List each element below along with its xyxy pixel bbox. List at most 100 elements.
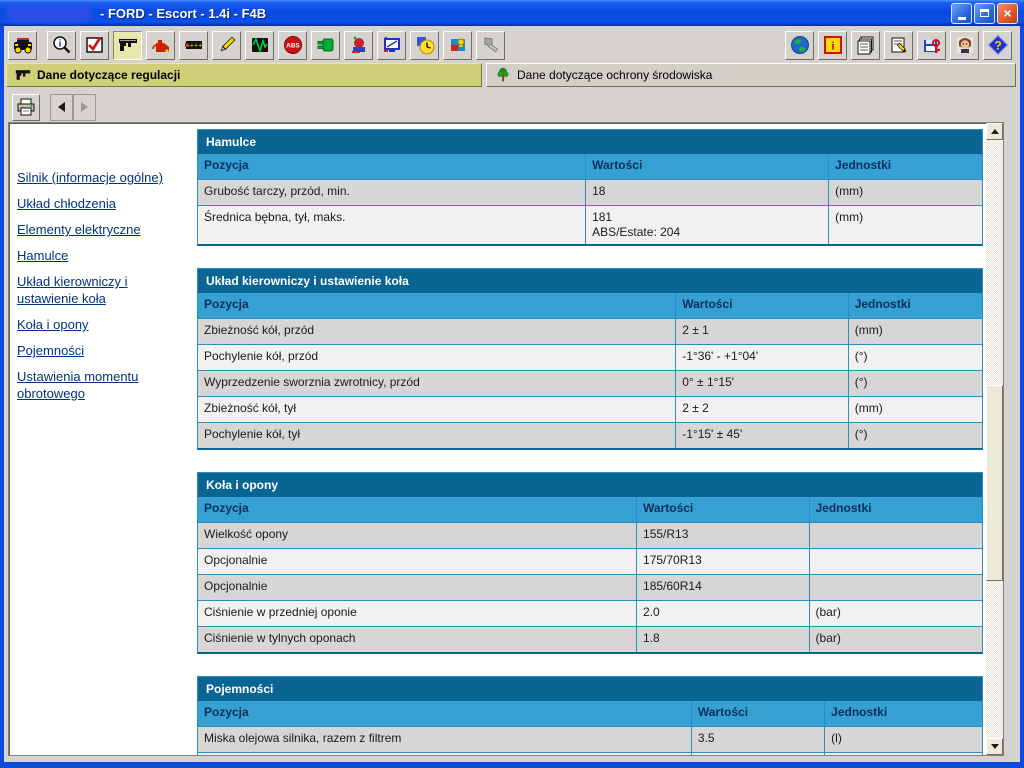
table-header-row: PozycjaWartościJednostki bbox=[198, 497, 982, 522]
lubricants-button[interactable] bbox=[146, 31, 175, 60]
sidebar-link-3[interactable]: Elementy elektryczne bbox=[17, 221, 183, 238]
alarm-system-button[interactable] bbox=[443, 31, 472, 60]
table-cell: 175/70R13 bbox=[637, 549, 809, 574]
save-license-button[interactable] bbox=[917, 31, 946, 60]
sidebar-link-4[interactable]: Hamulce bbox=[17, 247, 183, 264]
monitor-diagnostics-button[interactable] bbox=[377, 31, 406, 60]
manual-info-button[interactable]: i bbox=[818, 31, 847, 60]
scroll-up-icon bbox=[991, 129, 999, 134]
helpdesk-contact-button[interactable] bbox=[950, 31, 979, 60]
table-cell: Przekładnia ręczna bbox=[198, 753, 692, 755]
table-row: Wyprzedzenie sworznia zwrotnicy, przód0°… bbox=[198, 370, 982, 396]
documents-icon bbox=[856, 35, 876, 55]
edit-pencil-button[interactable] bbox=[212, 31, 241, 60]
oil-can-icon bbox=[151, 35, 171, 55]
vertical-scrollbar[interactable] bbox=[986, 123, 1003, 755]
table-cell: Opcjonalnie bbox=[198, 575, 637, 600]
notes-edit-button[interactable] bbox=[884, 31, 913, 60]
vehicle-button[interactable] bbox=[8, 31, 37, 60]
pencil-icon bbox=[217, 35, 237, 55]
scroll-down-button[interactable] bbox=[986, 738, 1003, 755]
table-row: Wielkość opony155/R13 bbox=[198, 522, 982, 548]
data-table-2: Układ kierowniczy i ustawienie kołaPozyc… bbox=[197, 268, 983, 450]
tables-panel: HamulcePozycjaWartościJednostkiGrubość t… bbox=[197, 123, 985, 755]
table-row: Zbieżność kół, tył2 ± 2(mm) bbox=[198, 396, 982, 422]
forward-button[interactable] bbox=[73, 94, 96, 121]
sidebar-link-2[interactable]: Układ chłodzenia bbox=[17, 195, 183, 212]
engine-timing-icon: ++++ bbox=[184, 35, 204, 55]
table-header-row: PozycjaWartościJednostki bbox=[198, 293, 982, 318]
table-cell: (bar) bbox=[810, 627, 982, 652]
window-body: i ++++ ABS i ? Da bbox=[4, 26, 1020, 762]
redacted-app-name bbox=[6, 5, 92, 22]
sidebar-link-6[interactable]: Koła i opony bbox=[17, 316, 183, 333]
action-bar bbox=[4, 92, 1020, 122]
table-cell: Pozycja bbox=[198, 497, 637, 522]
table-title: Pojemności bbox=[198, 677, 982, 701]
maximize-button[interactable] bbox=[974, 3, 995, 24]
documents-button[interactable] bbox=[851, 31, 880, 60]
abs-icon: ABS bbox=[283, 35, 303, 55]
vehicle-icon bbox=[13, 35, 33, 55]
svg-text:?: ? bbox=[994, 39, 1001, 53]
table-cell: 2 ± 2 bbox=[676, 397, 848, 422]
table-cell: Wielkość opony bbox=[198, 523, 637, 548]
back-arrow-icon bbox=[58, 102, 65, 112]
tree-icon bbox=[495, 67, 511, 83]
table-cell: Pozycja bbox=[198, 154, 586, 179]
abs-button[interactable]: ABS bbox=[278, 31, 307, 60]
table-cell: Pozycja bbox=[198, 293, 676, 318]
globe-button[interactable] bbox=[785, 31, 814, 60]
print-button[interactable] bbox=[12, 94, 40, 121]
main-toolbar: i ++++ ABS i ? bbox=[4, 28, 1020, 62]
table-cell: Zbieżność kół, przód bbox=[198, 319, 676, 344]
minimize-button[interactable] bbox=[951, 3, 972, 24]
adjustment-data-button[interactable] bbox=[113, 31, 142, 60]
table-cell: (mm) bbox=[829, 180, 982, 205]
service-clock-button[interactable] bbox=[410, 31, 439, 60]
oscilloscope-button[interactable] bbox=[245, 31, 274, 60]
close-button[interactable]: × bbox=[997, 3, 1018, 24]
table-cell: (mm) bbox=[829, 206, 982, 244]
svg-text:ABS: ABS bbox=[286, 43, 300, 50]
helpdesk-contact-icon bbox=[955, 35, 975, 55]
table-cell: Ciśnienie w przedniej oponie bbox=[198, 601, 637, 626]
tab-adjustment-data[interactable]: Dane dotyczące regulacji bbox=[6, 63, 482, 87]
sidebar-link-7[interactable]: Pojemności bbox=[17, 342, 183, 359]
tab-label: Dane dotyczące regulacji bbox=[37, 68, 180, 82]
table-row: Zbieżność kół, przód2 ± 1(mm) bbox=[198, 318, 982, 344]
sidebar-link-1[interactable]: Silnik (informacje ogólne) bbox=[17, 169, 183, 186]
axe-tool-button[interactable] bbox=[476, 31, 505, 60]
table-title: Hamulce bbox=[198, 130, 982, 154]
data-table-1: HamulcePozycjaWartościJednostkiGrubość t… bbox=[197, 129, 983, 246]
app-window: - FORD - Escort - 1.4i - F4B × i ++++ AB… bbox=[0, 0, 1024, 768]
table-cell: (mm) bbox=[849, 397, 982, 422]
window-controls: × bbox=[951, 3, 1018, 24]
notes-edit-icon bbox=[889, 35, 909, 55]
connector-button[interactable] bbox=[311, 31, 340, 60]
data-table-4: PojemnościPozycjaWartościJednostkiMiska … bbox=[197, 676, 983, 755]
sidebar-link-8[interactable]: Ustawienia momentu obrotowego bbox=[17, 368, 183, 402]
table-row: Opcjonalnie175/70R13 bbox=[198, 548, 982, 574]
table-cell: 3.5 bbox=[692, 727, 825, 752]
fuel-system-button[interactable] bbox=[344, 31, 373, 60]
scrollbar-thumb[interactable] bbox=[986, 385, 1003, 581]
table-header-row: PozycjaWartościJednostki bbox=[198, 701, 982, 726]
table-cell: Średnica bębna, tył, maks. bbox=[198, 206, 586, 244]
table-cell: (l) bbox=[825, 727, 982, 752]
svg-text:++++: ++++ bbox=[185, 43, 201, 50]
scroll-up-button[interactable] bbox=[986, 123, 1003, 140]
back-button[interactable] bbox=[50, 94, 73, 121]
table-cell: 18 bbox=[586, 180, 829, 205]
engine-timing-button[interactable]: ++++ bbox=[179, 31, 208, 60]
history-nav bbox=[50, 94, 96, 121]
search-info-button[interactable]: i bbox=[47, 31, 76, 60]
sidebar-nav: Silnik (informacje ogólne) Układ chłodzen… bbox=[9, 123, 197, 755]
help-button[interactable]: ? bbox=[983, 31, 1012, 60]
oscilloscope-icon bbox=[250, 35, 270, 55]
table-cell: (°) bbox=[849, 345, 982, 370]
tab-environmental-data[interactable]: Dane dotyczące ochrony środowiska bbox=[486, 63, 1016, 87]
sidebar-link-5[interactable]: Układ kierowniczy i ustawienie koła bbox=[17, 273, 183, 307]
table-cell: 181 ABS/Estate: 204 bbox=[586, 206, 829, 244]
checklist-button[interactable] bbox=[80, 31, 109, 60]
